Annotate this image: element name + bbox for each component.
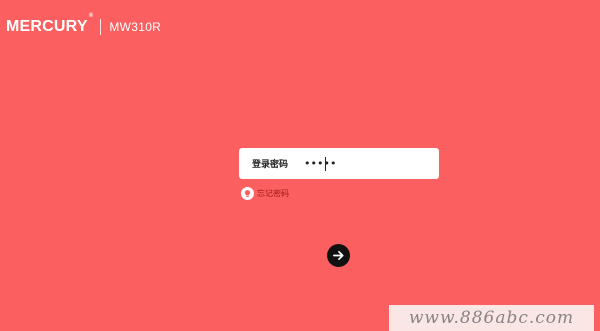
watermark: www.886abc.com	[389, 305, 594, 331]
watermark-text: www.886abc.com	[408, 308, 575, 328]
brand-logo: MERCURY®	[6, 13, 93, 35]
login-submit-button[interactable]	[327, 244, 350, 267]
password-label: 登录密码	[252, 160, 289, 170]
header: MERCURY® MW310R	[6, 13, 162, 38]
text-cursor	[325, 157, 326, 171]
bulb-icon	[241, 187, 254, 200]
forgot-password-text: 忘记密码	[257, 189, 289, 198]
model-name: MW310R	[109, 20, 162, 34]
forgot-password-link[interactable]: 忘记密码	[241, 187, 289, 200]
arrow-right-icon	[332, 249, 345, 262]
trademark-mark: ®	[88, 13, 94, 19]
password-field[interactable]: 登录密码	[239, 148, 439, 179]
password-input[interactable]	[304, 153, 424, 174]
brand-name: MERCURY	[6, 18, 88, 35]
header-divider	[100, 19, 102, 35]
